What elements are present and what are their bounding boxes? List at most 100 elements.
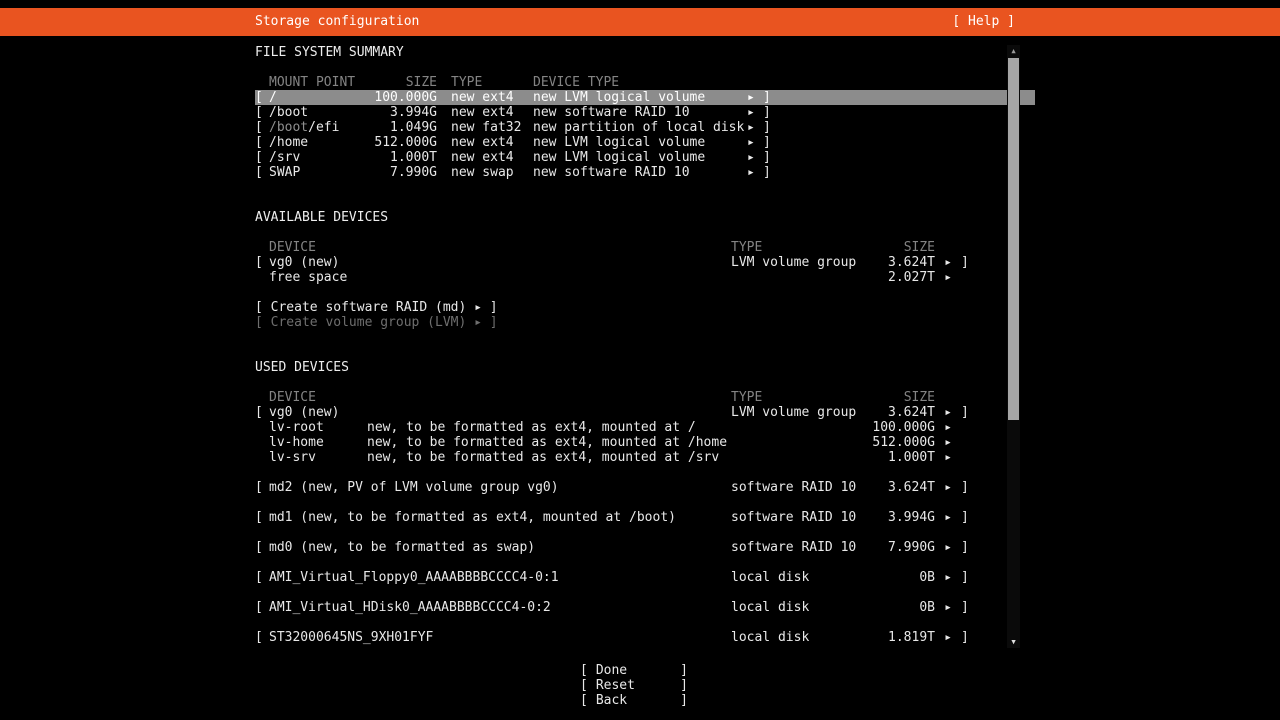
volume-desc: new, to be formatted as ext4, mounted at…	[367, 435, 727, 450]
fs-row[interactable]: [/100.000Gnew ext4new LVM logical volume…	[255, 90, 1035, 105]
bracket-close: ]	[961, 630, 969, 645]
fs-row[interactable]: [/boot3.994Gnew ext4new software RAID 10…	[255, 105, 1035, 120]
size-value: 0B	[861, 600, 935, 615]
device-name: md2 (new, PV of LVM volume group vg0)	[269, 480, 731, 495]
create-volume-group-button: [ Create volume group (LVM) ▸ ]	[255, 315, 1035, 330]
bracket-close: ]	[763, 120, 771, 135]
bracket-open: [	[255, 510, 269, 525]
used-table-body: [vg0 (new)LVM volume group3.624T▸]lv-roo…	[255, 405, 1035, 645]
size-value: 512.000G	[861, 435, 935, 450]
device-name: free space	[269, 270, 731, 285]
device-kind: software RAID 10	[731, 510, 861, 525]
filesystem-summary-heading: FILE SYSTEM SUMMARY	[255, 45, 1035, 60]
fs-row[interactable]: [SWAP7.990Gnew swapnew software RAID 10▸…	[255, 165, 1035, 180]
expand-arrow-icon: ▸	[747, 135, 763, 150]
device-type: new software RAID 10	[533, 105, 747, 120]
scrollbar-thumb[interactable]	[1008, 58, 1019, 420]
bracket-close: ]	[961, 600, 969, 615]
device-subrow[interactable]: lv-srvnew, to be formatted as ext4, moun…	[255, 450, 1035, 465]
bracket-open: [	[255, 120, 269, 135]
create-software-raid-button[interactable]: [ Create software RAID (md) ▸ ]	[255, 300, 1035, 315]
col-device: DEVICE	[269, 390, 731, 405]
used-table-header: DEVICE TYPE SIZE	[255, 390, 1035, 405]
bracket-open: [	[255, 540, 269, 555]
mount-point: /	[269, 90, 373, 105]
installer-screen: { "glyphs": { "bracket_open": "[", "brac…	[0, 0, 1280, 720]
device-row[interactable]: [AMI_Virtual_HDisk0_AAAABBBBCCCC4-0:2loc…	[255, 600, 1035, 615]
device-type: new LVM logical volume	[533, 90, 747, 105]
button-label: Back	[596, 693, 627, 708]
volume-desc: new, to be formatted as ext4, mounted at…	[367, 420, 696, 435]
volume-name: lv-srv	[269, 450, 367, 465]
bracket-open: [	[255, 480, 269, 495]
expand-arrow-icon: ▸	[935, 255, 961, 270]
bracket-close: ]	[961, 570, 969, 585]
help-button[interactable]: [ Help ]	[952, 14, 1015, 29]
device-kind	[731, 435, 861, 450]
used-devices-heading: USED DEVICES	[255, 360, 1035, 375]
col-device: DEVICE	[269, 240, 731, 255]
fs-row[interactable]: [/home512.000Gnew ext4new LVM logical vo…	[255, 135, 1035, 150]
device-name: md1 (new, to be formatted as ext4, mount…	[269, 510, 731, 525]
mount-point: SWAP	[269, 165, 373, 180]
volume-name: lv-root	[269, 420, 367, 435]
expand-arrow-icon: ▸	[935, 570, 961, 585]
device-row[interactable]: [ST32000645NS_9XH01FYFlocal disk1.819T▸]	[255, 630, 1035, 645]
device-name: lv-rootnew, to be formatted as ext4, mou…	[269, 420, 731, 435]
title-bar: Storage configuration [ Help ]	[0, 8, 1280, 36]
device-kind: software RAID 10	[731, 540, 861, 555]
col-device-type: DEVICE TYPE	[533, 75, 747, 90]
fs-type: new swap	[451, 165, 533, 180]
done-button[interactable]: [Done]	[580, 663, 688, 678]
available-devices-heading: AVAILABLE DEVICES	[255, 210, 1035, 225]
device-subrow[interactable]: lv-rootnew, to be formatted as ext4, mou…	[255, 420, 1035, 435]
expand-arrow-icon: ▸	[935, 435, 961, 450]
fs-type: new ext4	[451, 105, 533, 120]
device-subrow[interactable]: free space2.027T▸	[255, 270, 1035, 285]
expand-arrow-icon: ▸	[935, 450, 961, 465]
expand-arrow-icon: ▸	[747, 165, 763, 180]
col-size: SIZE	[861, 240, 935, 255]
device-name: AMI_Virtual_HDisk0_AAAABBBBCCCC4-0:2	[269, 600, 731, 615]
device-name: vg0 (new)	[269, 405, 731, 420]
device-row[interactable]: [md2 (new, PV of LVM volume group vg0)so…	[255, 480, 1035, 495]
scroll-down-icon[interactable]: ▾	[1007, 636, 1020, 648]
available-table-header: DEVICE TYPE SIZE	[255, 240, 1035, 255]
bracket-open: [	[255, 135, 269, 150]
device-kind	[731, 270, 861, 285]
size-value: 100.000G	[373, 90, 437, 105]
reset-button[interactable]: [Reset]	[580, 678, 688, 693]
device-name: lv-srvnew, to be formatted as ext4, moun…	[269, 450, 731, 465]
device-type: new partition of local disk	[533, 120, 747, 135]
bracket-open: [	[255, 105, 269, 120]
col-type: TYPE	[731, 240, 861, 255]
back-button[interactable]: [Back]	[580, 693, 688, 708]
fs-row[interactable]: [/boot/efi1.049Gnew fat32new partition o…	[255, 120, 1035, 135]
fs-type: new ext4	[451, 135, 533, 150]
bracket-open: [	[255, 630, 269, 645]
expand-arrow-icon: ▸	[935, 630, 961, 645]
device-name: vg0 (new)	[269, 255, 731, 270]
device-row[interactable]: [md1 (new, to be formatted as ext4, moun…	[255, 510, 1035, 525]
volume-name: lv-home	[269, 435, 367, 450]
device-row[interactable]: [md0 (new, to be formatted as swap)softw…	[255, 540, 1035, 555]
bracket-open: [	[255, 600, 269, 615]
fs-row[interactable]: [/srv1.000Tnew ext4new LVM logical volum…	[255, 150, 1035, 165]
scrollbar[interactable]: ▴ ▾	[1007, 45, 1020, 648]
mount-prefix: /boot	[269, 120, 308, 135]
expand-arrow-icon: ▸	[935, 405, 961, 420]
page-title: Storage configuration	[255, 14, 419, 29]
scroll-up-icon[interactable]: ▴	[1007, 45, 1020, 57]
bracket-close: ]	[763, 150, 771, 165]
form-buttons: [Done][Reset][Back]	[580, 663, 688, 708]
size-value: 1.049G	[373, 120, 437, 135]
size-value: 3.624T	[861, 480, 935, 495]
size-value: 7.990G	[861, 540, 935, 555]
device-row[interactable]: [vg0 (new)LVM volume group3.624T▸]	[255, 255, 1035, 270]
device-row[interactable]: [AMI_Virtual_Floppy0_AAAABBBBCCCC4-0:1lo…	[255, 570, 1035, 585]
expand-arrow-icon: ▸	[747, 90, 763, 105]
mount-point: /srv	[269, 150, 373, 165]
device-kind: local disk	[731, 570, 861, 585]
device-subrow[interactable]: lv-homenew, to be formatted as ext4, mou…	[255, 435, 1035, 450]
device-row[interactable]: [vg0 (new)LVM volume group3.624T▸]	[255, 405, 1035, 420]
